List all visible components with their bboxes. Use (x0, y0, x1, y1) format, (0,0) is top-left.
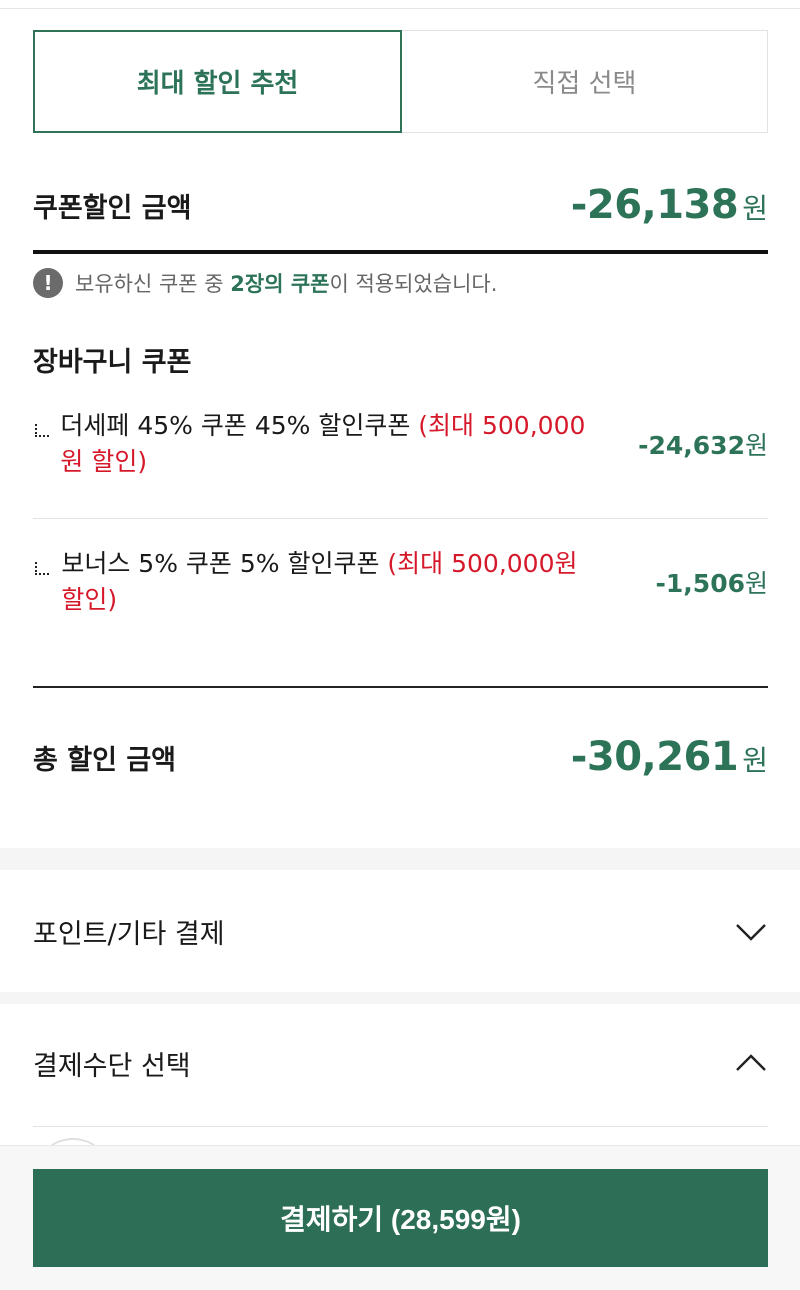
top-divider (0, 8, 800, 9)
notice-prefix: 보유하신 쿠폰 중 (75, 272, 231, 296)
total-discount-label: 총 할인 금액 (33, 744, 176, 776)
total-discount-value: -30,261 (570, 734, 739, 780)
coupon-item: 보너스 5% 쿠폰 5% 할인쿠폰 (최대 500,000원 할인) -1,50… (33, 546, 768, 618)
section-divider (33, 250, 768, 254)
notice-suffix: 이 적용되었습니다. (329, 272, 498, 296)
total-discount-amount: -30,261 원 (571, 734, 768, 780)
coupon-item: 더세페 45% 쿠폰 45% 할인쿠폰 (최대 500,000원 할인) -24… (33, 408, 768, 480)
points-section-toggle[interactable]: 포인트/기타 결제 (33, 901, 768, 961)
coupon-amount: -1,506원 (656, 564, 768, 600)
pay-button[interactable]: 결제하기 (28,599원) (33, 1169, 768, 1267)
coupon-amount: -24,632원 (638, 426, 768, 462)
coupon-amount-value: -1,506 (655, 569, 745, 598)
coupon-info: 보너스 5% 쿠폰 5% 할인쿠폰 (최대 500,000원 할인) (33, 546, 593, 618)
coupon-amount-unit: 원 (744, 431, 768, 460)
coupon-discount-label: 쿠폰할인 금액 (33, 192, 192, 224)
tree-branch-icon (33, 558, 51, 578)
coupon-discount-value: -26,138 (570, 182, 739, 228)
coupon-discount-amount: -26,138 원 (571, 182, 768, 228)
coupon-applied-notice: ! 보유하신 쿠폰 중 2장의 쿠폰이 적용되었습니다. (33, 266, 497, 300)
payment-divider (33, 1126, 768, 1127)
coupon-name: 보너스 5% 쿠폰 5% 할인쿠폰 (최대 500,000원 할인) (61, 546, 593, 618)
points-section-label: 포인트/기타 결제 (33, 918, 225, 950)
coupon-discount-row: 쿠폰할인 금액 -26,138 원 (33, 170, 768, 240)
tree-branch-icon (33, 420, 50, 440)
coupon-info: 더세페 45% 쿠폰 45% 할인쿠폰 (최대 500,000원 할인) (33, 408, 593, 480)
total-divider (33, 686, 768, 688)
notice-highlight: 2장의 쿠폰 (230, 272, 330, 296)
coupon-name: 더세페 45% 쿠폰 45% 할인쿠폰 (최대 500,000원 할인) (60, 408, 593, 480)
section-gap (0, 992, 800, 1004)
coupon-title: 보너스 5% 쿠폰 5% 할인쿠폰 (61, 549, 388, 578)
coupon-discount-unit: 원 (742, 192, 768, 225)
coupon-title: 더세페 45% 쿠폰 45% 할인쿠폰 (60, 411, 419, 440)
discount-mode-tabs: 최대 할인 추천 직접 선택 (33, 30, 768, 133)
tab-manual-select[interactable]: 직접 선택 (402, 30, 768, 133)
coupon-divider (33, 518, 768, 519)
total-discount-unit: 원 (742, 744, 768, 777)
tab-max-discount[interactable]: 최대 할인 추천 (33, 30, 402, 133)
coupon-amount-value: -24,632 (638, 431, 745, 460)
coupon-amount-unit: 원 (744, 569, 768, 598)
exclamation-icon: ! (33, 268, 63, 298)
cart-coupons-title: 장바구니 쿠폰 (33, 347, 192, 378)
payment-method-label: 결제수단 선택 (33, 1050, 191, 1082)
chevron-down-icon[interactable] (734, 914, 768, 948)
notice-text: 보유하신 쿠폰 중 2장의 쿠폰이 적용되었습니다. (75, 268, 497, 298)
payment-method-toggle[interactable]: 결제수단 선택 (33, 1033, 768, 1093)
section-gap (0, 848, 800, 870)
chevron-up-icon[interactable] (734, 1046, 768, 1080)
total-discount-row: 총 할인 금액 -30,261 원 (33, 722, 768, 792)
